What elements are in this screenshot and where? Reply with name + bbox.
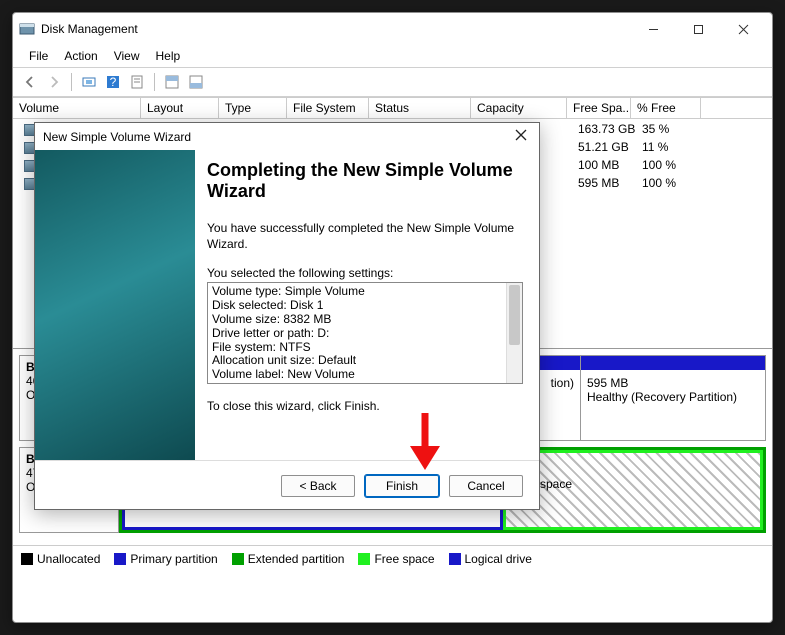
layout-bottom-icon[interactable]: [185, 71, 207, 93]
partition-free-space[interactable]: Free space: [503, 450, 763, 530]
cell-free: 163.73 GB: [572, 121, 636, 137]
properties-icon[interactable]: [126, 71, 148, 93]
wizard-close-hint: To close this wizard, click Finish.: [207, 398, 523, 414]
help-icon[interactable]: ?: [102, 71, 124, 93]
toolbar: ?: [13, 67, 772, 97]
col-layout[interactable]: Layout: [141, 98, 219, 118]
titlebar: Disk Management: [13, 13, 772, 45]
menu-help[interactable]: Help: [148, 47, 189, 65]
col-free[interactable]: Free Spa...: [567, 98, 631, 118]
menu-view[interactable]: View: [106, 47, 148, 65]
refresh-icon[interactable]: [78, 71, 100, 93]
wizard-title: New Simple Volume Wizard: [43, 130, 191, 144]
wizard-success-text: You have successfully completed the New …: [207, 220, 523, 252]
swatch-free: [358, 553, 370, 565]
menu-file[interactable]: File: [21, 47, 56, 65]
volume-list-header: Volume Layout Type File System Status Ca…: [13, 97, 772, 119]
menubar: File Action View Help: [13, 45, 772, 67]
cell-free: 595 MB: [572, 175, 636, 191]
swatch-extended: [232, 553, 244, 565]
cell-pct: 100 %: [636, 157, 706, 173]
col-filesystem[interactable]: File System: [287, 98, 369, 118]
cell-pct: 35 %: [636, 121, 706, 137]
swatch-logical: [449, 553, 461, 565]
col-pctfree[interactable]: % Free: [631, 98, 701, 118]
col-capacity[interactable]: Capacity: [471, 98, 567, 118]
close-icon[interactable]: [511, 129, 531, 144]
partition-size: 595 MB: [587, 376, 628, 390]
cancel-button[interactable]: Cancel: [449, 475, 523, 497]
maximize-button[interactable]: [676, 15, 721, 43]
menu-action[interactable]: Action: [56, 47, 105, 65]
col-status[interactable]: Status: [369, 98, 471, 118]
wizard-side-graphic: [35, 150, 195, 460]
col-volume[interactable]: Volume: [13, 98, 141, 118]
partition-recovery[interactable]: 595 MB Healthy (Recovery Partition): [580, 355, 766, 441]
swatch-primary: [114, 553, 126, 565]
back-button[interactable]: < Back: [281, 475, 355, 497]
col-type[interactable]: Type: [219, 98, 287, 118]
wizard-settings-list[interactable]: Volume type: Simple Volume Disk selected…: [207, 282, 523, 384]
layout-top-icon[interactable]: [161, 71, 183, 93]
back-icon[interactable]: [19, 71, 41, 93]
partition-status: Healthy (Recovery Partition): [587, 390, 737, 404]
window-title: Disk Management: [41, 22, 138, 36]
minimize-button[interactable]: [631, 15, 676, 43]
new-simple-volume-wizard: New Simple Volume Wizard Completing the …: [34, 122, 540, 510]
wizard-heading: Completing the New Simple Volume Wizard: [207, 160, 523, 202]
cell-pct: 11 %: [636, 139, 706, 155]
app-icon: [19, 21, 35, 37]
close-button[interactable]: [721, 15, 766, 43]
forward-icon[interactable]: [43, 71, 65, 93]
cell-pct: 100 %: [636, 175, 706, 191]
svg-text:?: ?: [110, 75, 117, 89]
finish-button[interactable]: Finish: [365, 475, 439, 497]
scrollbar[interactable]: [506, 283, 522, 383]
cell-free: 51.21 GB: [572, 139, 636, 155]
wizard-settings-label: You selected the following settings:: [207, 266, 523, 280]
swatch-unallocated: [21, 553, 33, 565]
legend: Unallocated Primary partition Extended p…: [13, 545, 772, 572]
partition-status: Free space: [512, 477, 754, 491]
cell-free: 100 MB: [572, 157, 636, 173]
